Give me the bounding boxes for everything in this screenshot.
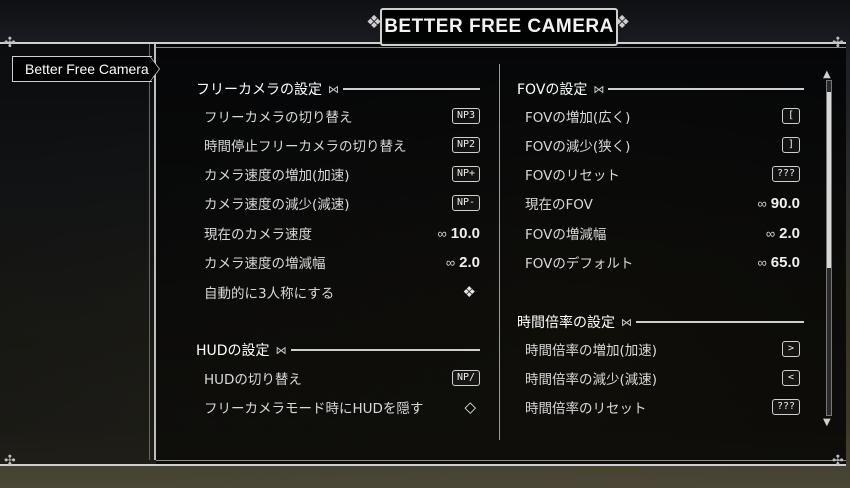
setting-row-camera-speed-step[interactable]: カメラ速度の増減幅 ∞ 2.0 [204, 251, 480, 273]
nav-item-better-free-camera[interactable]: Better Free Camera [12, 56, 152, 82]
toggle-unchecked-icon[interactable]: ◇ [464, 398, 476, 416]
slider-icon: ∞ [765, 225, 776, 241]
setting-row-hud-toggle[interactable]: HUDの切り替え NP/ [204, 367, 480, 389]
section-title: FOVの設定 [517, 82, 588, 98]
setting-label: 時間倍率のリセット [525, 401, 647, 417]
setting-label: FOVの増減幅 [525, 227, 607, 243]
left-nav-panel [0, 42, 156, 466]
nav-item-label: Better Free Camera [25, 61, 149, 77]
keybind-button[interactable]: ] [782, 137, 800, 153]
setting-row-time-scale-decrease[interactable]: 時間倍率の減少(減速) < [525, 367, 800, 389]
keybind-button[interactable]: ??? [771, 399, 800, 415]
keybind-button[interactable]: [ [782, 108, 800, 124]
setting-label: FOVの減少(狭く) [525, 139, 631, 155]
setting-label: 時間倍率の増加(加速) [525, 343, 658, 359]
setting-row-time-scale-reset[interactable]: 時間倍率のリセット ??? [525, 396, 800, 418]
slider-value-text: 65.0 [770, 253, 800, 271]
setting-row-time-stop-free-camera[interactable]: 時間停止フリーカメラの切り替え NP2 [204, 134, 480, 156]
section-title: フリーカメラの設定 [196, 82, 322, 98]
setting-row-fov-increase[interactable]: FOVの増加(広く) [ [525, 105, 800, 127]
scrollbar-thumb[interactable] [827, 92, 831, 268]
header-ornament-icon: ⋈ [593, 82, 605, 96]
setting-label: HUDの切り替え [204, 372, 302, 388]
setting-row-free-camera-toggle[interactable]: フリーカメラの切り替え NP3 [204, 105, 480, 127]
header-ornament-icon: ⋈ [275, 343, 287, 357]
slider-value[interactable]: ∞ 10.0 [438, 225, 480, 242]
toggle-checked-icon[interactable]: ❖ [463, 283, 476, 301]
keybind-button[interactable]: NP+ [451, 166, 480, 182]
setting-row-fov-decrease[interactable]: FOVの減少(狭く) ] [525, 134, 800, 156]
slider-value-text: 10.0 [450, 224, 480, 242]
keybind-button[interactable]: NP- [451, 195, 480, 211]
corner-ornament-icon: ✣ [4, 35, 16, 51]
setting-row-fov-step[interactable]: FOVの増減幅 ∞ 2.0 [525, 222, 800, 244]
slider-value-text: 2.0 [779, 224, 800, 242]
setting-label: フリーカメラモード時にHUDを隠す [204, 401, 424, 417]
slider-icon: ∞ [757, 254, 767, 270]
section-header-fov: FOVの設定 ⋈ [517, 79, 804, 99]
setting-label: 現在のFOV [525, 197, 593, 213]
slider-icon: ∞ [437, 225, 447, 241]
keybind-button[interactable]: NP2 [451, 137, 480, 153]
setting-label: カメラ速度の減少(減速) [204, 197, 350, 213]
setting-row-auto-third-person[interactable]: 自動的に3人称にする ❖ [204, 281, 480, 303]
setting-label: 自動的に3人称にする [204, 286, 335, 302]
setting-row-time-scale-increase[interactable]: 時間倍率の増加(加速) > [525, 338, 800, 360]
setting-row-fov-default[interactable]: FOVのデフォルト ∞ 65.0 [525, 251, 800, 273]
setting-label: フリーカメラの切り替え [204, 110, 353, 126]
setting-label: FOVの増加(広く) [525, 110, 631, 126]
setting-row-camera-speed-up[interactable]: カメラ速度の増加(加速) NP+ [204, 163, 480, 185]
nav-selected-arrow-inner [150, 57, 159, 81]
slider-value[interactable]: ∞ 90.0 [758, 195, 800, 212]
corner-ornament-icon: ✣ [832, 453, 844, 469]
setting-row-current-camera-speed[interactable]: 現在のカメラ速度 ∞ 10.0 [204, 222, 480, 244]
page-title: BETTER FREE CAMERA [380, 8, 618, 46]
header-rule [343, 88, 480, 90]
header-ornament-icon: ⋈ [328, 82, 339, 96]
setting-row-hide-hud-in-free-camera[interactable]: フリーカメラモード時にHUDを隠す ◇ [204, 396, 480, 418]
header-ornament-icon: ⋈ [621, 315, 632, 329]
scroll-up-arrow-icon[interactable]: ▲ [823, 70, 831, 80]
setting-row-fov-reset[interactable]: FOVのリセット ??? [525, 163, 800, 185]
keybind-button[interactable]: ??? [771, 166, 800, 182]
setting-label: FOVのデフォルト [525, 256, 634, 272]
keybind-button[interactable]: < [782, 370, 800, 386]
corner-ornament-icon: ✣ [4, 453, 16, 469]
setting-row-current-fov[interactable]: 現在のFOV ∞ 90.0 [525, 192, 800, 214]
nav-divider-inner [149, 44, 150, 460]
slider-icon: ∞ [757, 195, 767, 211]
setting-label: FOVのリセット [525, 168, 620, 184]
keybind-button[interactable]: NP/ [451, 370, 480, 386]
section-header-hud: HUDの設定 ⋈ [196, 340, 480, 360]
section-title: HUDの設定 [196, 343, 270, 359]
slider-value[interactable]: ∞ 2.0 [766, 225, 800, 242]
section-header-time-scale: 時間倍率の設定 ⋈ [517, 312, 804, 332]
header-rule [636, 321, 804, 323]
header-rule [608, 88, 804, 90]
section-header-free-camera: フリーカメラの設定 ⋈ [196, 79, 480, 99]
column-divider [499, 64, 500, 440]
slider-value-text: 90.0 [770, 194, 800, 212]
header-rule [290, 349, 480, 351]
setting-row-camera-speed-down[interactable]: カメラ速度の減少(減速) NP- [204, 192, 480, 214]
scroll-down-arrow-icon[interactable]: ▼ [823, 418, 831, 428]
keybind-button[interactable]: NP3 [451, 108, 480, 124]
setting-label: カメラ速度の増加(加速) [204, 168, 350, 184]
setting-label: 時間倍率の減少(減速) [525, 372, 658, 388]
setting-label: 現在のカメラ速度 [204, 227, 312, 243]
slider-value-text: 2.0 [459, 253, 480, 271]
setting-label: 時間停止フリーカメラの切り替え [204, 139, 407, 155]
keybind-button[interactable]: > [782, 341, 800, 357]
section-title: 時間倍率の設定 [517, 315, 615, 331]
setting-label: カメラ速度の増減幅 [204, 256, 326, 272]
corner-ornament-icon: ✣ [832, 35, 844, 51]
slider-value[interactable]: ∞ 65.0 [758, 254, 800, 271]
slider-icon: ∞ [445, 254, 456, 270]
page-title-text: BETTER FREE CAMERA [384, 16, 614, 37]
slider-value[interactable]: ∞ 2.0 [446, 254, 480, 271]
